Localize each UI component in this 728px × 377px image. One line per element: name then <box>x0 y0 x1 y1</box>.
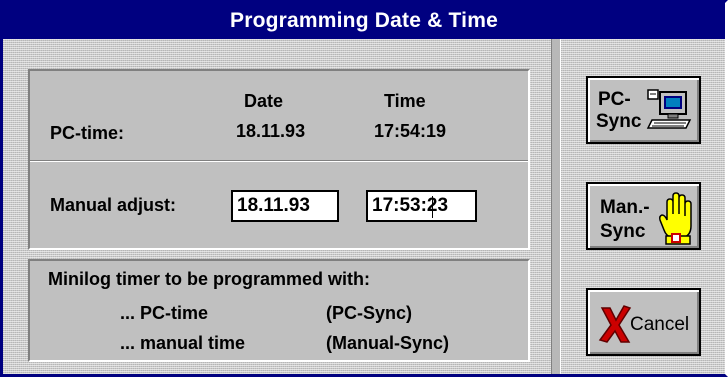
red-x-icon <box>598 305 632 343</box>
pc-sync-button[interactable]: PC- Sync <box>586 76 701 144</box>
panel-divider <box>30 160 528 162</box>
pc-date-value: 18.11.93 <box>236 121 306 141</box>
info-row-manual-how: (Manual-Sync) <box>326 333 450 353</box>
manual-sync-button[interactable]: Man.- Sync <box>586 182 701 250</box>
programming-dialog: Programming Date & Time Date Time PC-tim… <box>0 0 728 377</box>
time-column-header: Time <box>384 91 426 111</box>
cancel-button[interactable]: Cancel <box>586 288 701 356</box>
info-panel: Minilog timer to be programmed with: ...… <box>28 259 530 362</box>
pc-time-label: PC-time: <box>50 123 125 143</box>
date-column-header: Date <box>244 91 284 111</box>
manual-date-text: 18.11.93 <box>237 195 310 216</box>
vertical-divider <box>551 39 561 374</box>
manual-time-input[interactable]: 17:53:23 <box>366 190 477 222</box>
info-heading: Minilog timer to be programmed with: <box>48 269 371 289</box>
time-panel: Date Time PC-time: 18.11.93 17:54:19 Man… <box>28 69 530 250</box>
cancel-label: Cancel <box>630 314 690 335</box>
manual-sync-label-1: Man.- <box>600 197 650 218</box>
manual-date-input[interactable]: 18.11.93 <box>231 190 339 222</box>
manual-time-text: 17:53:23 <box>372 195 449 216</box>
hand-icon <box>659 192 692 245</box>
info-row-pc-what: ... PC-time <box>120 303 209 323</box>
text-cursor <box>432 196 433 218</box>
manual-adjust-label: Manual adjust: <box>50 195 177 215</box>
pc-sync-label-1: PC- <box>598 89 631 110</box>
pc-sync-label-2: Sync <box>596 111 642 132</box>
window-title: Programming Date & Time <box>3 3 725 39</box>
pc-time-value: 17:54:19 <box>374 121 447 141</box>
computer-icon <box>646 89 692 129</box>
manual-sync-label-2: Sync <box>600 221 646 242</box>
info-row-manual-what: ... manual time <box>120 333 246 353</box>
info-row-pc-how: (PC-Sync) <box>326 303 413 323</box>
